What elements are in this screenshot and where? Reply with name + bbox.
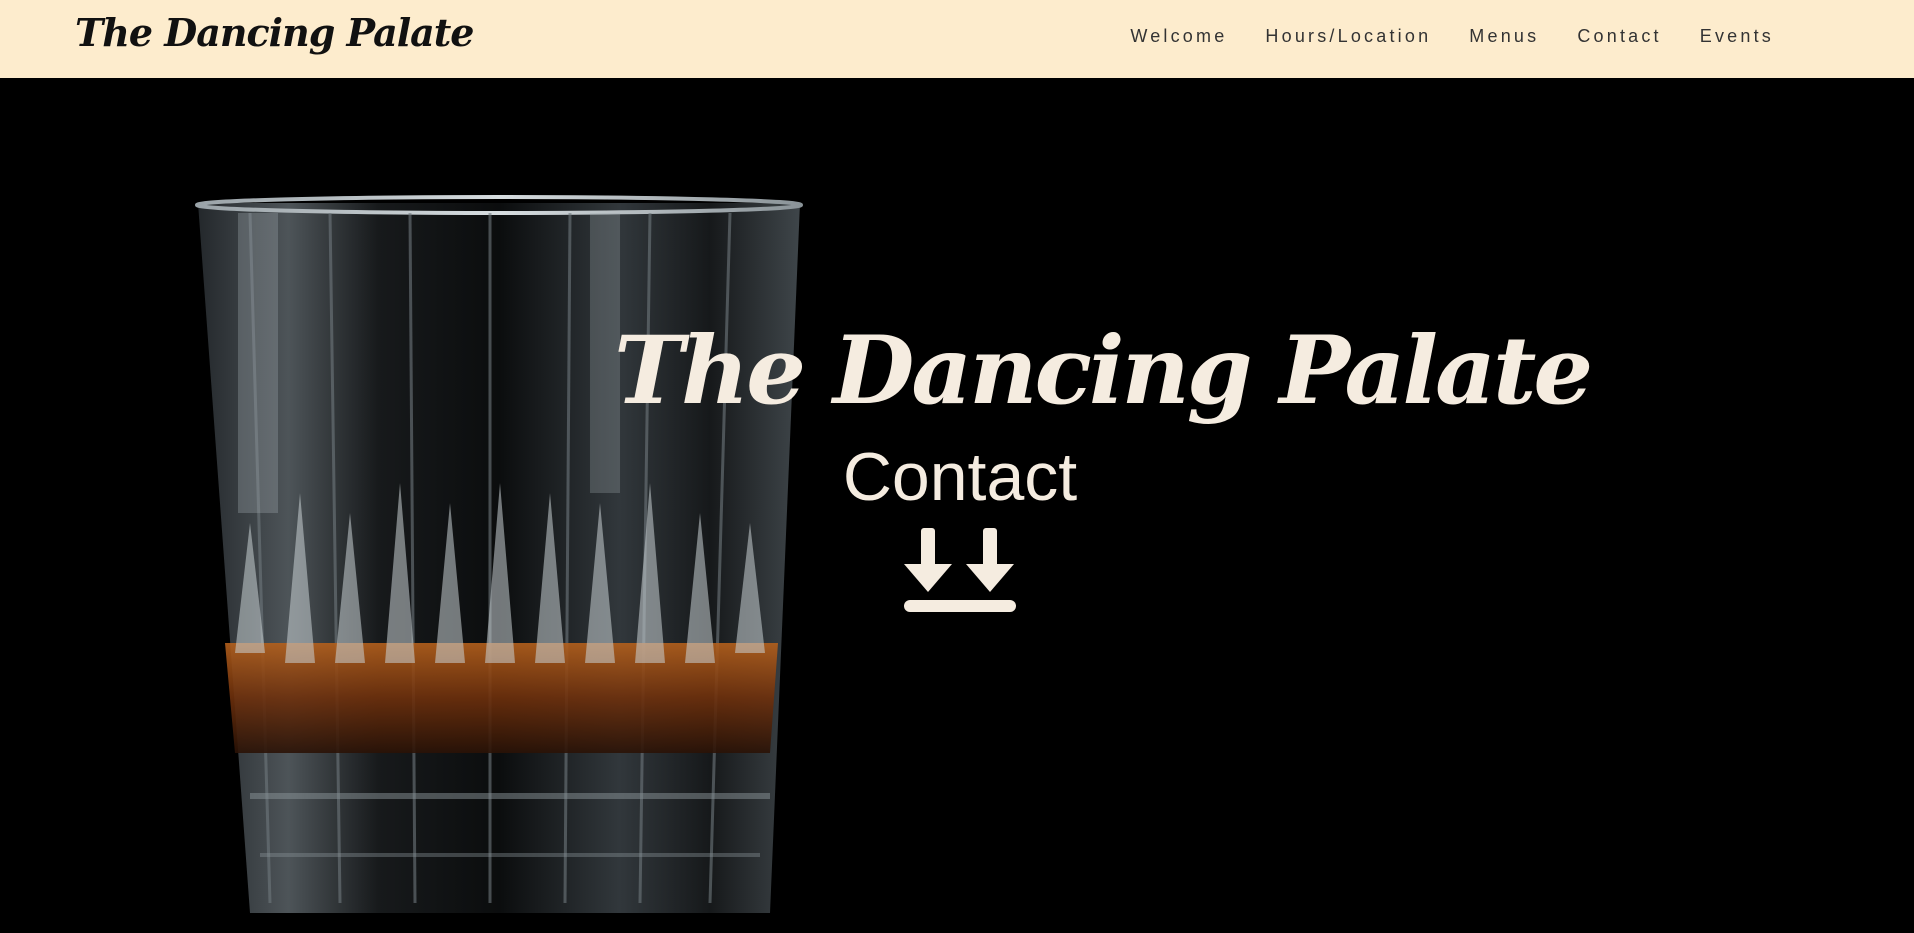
main-nav: Welcome Hours/Location Menus Contact Eve… [1092, 26, 1774, 47]
nav-link-contact[interactable]: Contact [1577, 26, 1661, 47]
hero-title: The Dancing Palate [614, 316, 1593, 426]
nav-link-welcome[interactable]: Welcome [1130, 26, 1227, 47]
hero-subtitle: Contact [842, 439, 1078, 515]
brand-logo[interactable]: The Dancing Palate [75, 10, 474, 55]
double-down-arrow-icon[interactable] [900, 526, 1020, 616]
whiskey-glass-image [195, 195, 803, 913]
navbar: The Dancing Palate Welcome Hours/Locatio… [0, 0, 1914, 78]
nav-link-menus[interactable]: Menus [1469, 26, 1539, 47]
nav-link-hours-location[interactable]: Hours/Location [1265, 26, 1431, 47]
hero-section: The Dancing Palate Contact [0, 78, 1914, 933]
nav-link-events[interactable]: Events [1700, 26, 1774, 47]
